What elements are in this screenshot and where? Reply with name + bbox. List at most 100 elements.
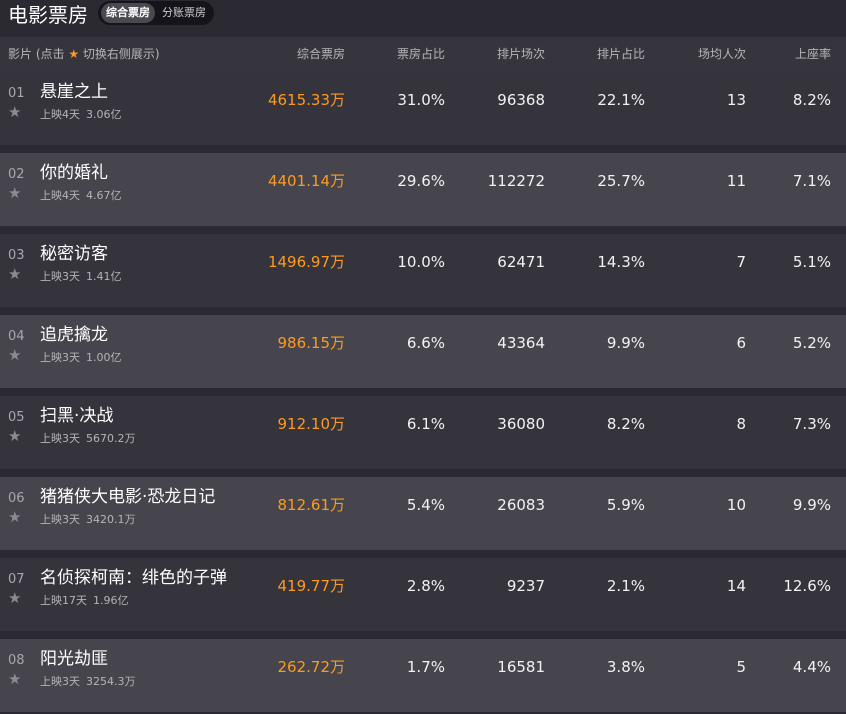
star-icon[interactable]: ★ bbox=[8, 672, 23, 687]
movie-title: 阳光劫匪 bbox=[40, 649, 108, 669]
shows-value: 96368 bbox=[497, 91, 545, 109]
show-share-value: 14.3% bbox=[597, 253, 645, 271]
star-icon[interactable]: ★ bbox=[8, 591, 23, 606]
header-occupancy[interactable]: 上座率 bbox=[795, 37, 831, 72]
show-share-value: 8.2% bbox=[606, 415, 645, 433]
occupancy-value: 5.1% bbox=[792, 253, 831, 271]
box-office-value: 912.10万 bbox=[277, 415, 346, 433]
header-film: 影片 (点击 ★ 切换右侧展示) bbox=[8, 37, 160, 72]
shows-value: 26083 bbox=[497, 496, 545, 514]
star-icon[interactable]: ★ bbox=[8, 510, 23, 525]
header-box-share[interactable]: 票房占比 bbox=[397, 37, 445, 72]
header-show-share[interactable]: 排片占比 bbox=[597, 37, 645, 72]
table-header: 影片 (点击 ★ 切换右侧展示) 综合票房 票房占比 排片场次 排片占比 场均人… bbox=[0, 37, 846, 72]
box-office-value: 419.77万 bbox=[277, 577, 346, 595]
header-box-office[interactable]: 综合票房 bbox=[297, 37, 345, 72]
star-icon[interactable]: ★ bbox=[8, 348, 23, 363]
toggle-split-box-office[interactable]: 分账票房 bbox=[157, 3, 211, 23]
box-share-value: 29.6% bbox=[397, 172, 445, 190]
shows-value: 36080 bbox=[497, 415, 545, 433]
star-icon[interactable]: ★ bbox=[8, 267, 23, 282]
box-office-value: 812.61万 bbox=[277, 496, 346, 514]
rank: 07 bbox=[8, 572, 25, 587]
header-film-prefix: 影片 (点击 bbox=[8, 47, 65, 61]
table-row[interactable]: 02 ★ 你的婚礼 上映4天 4.67亿 4401.14万 29.6% 11227… bbox=[0, 153, 846, 226]
table-row[interactable]: 05 ★ 扫黑·决战 上映3天 5670.2万 912.10万 6.1% 3608… bbox=[0, 396, 846, 469]
star-icon[interactable]: ★ bbox=[8, 429, 23, 444]
star-icon[interactable]: ★ bbox=[8, 105, 23, 120]
avg-people-value: 7 bbox=[736, 253, 746, 271]
rank: 01 bbox=[8, 86, 25, 101]
avg-people-value: 10 bbox=[726, 496, 746, 514]
header-shows[interactable]: 排片场次 bbox=[497, 37, 545, 72]
shows-value: 62471 bbox=[497, 253, 545, 271]
table-row[interactable]: 06 ★ 猪猪侠大电影·恐龙日记 上映3天 3420.1万 812.61万 5.4… bbox=[0, 477, 846, 550]
table-row[interactable]: 03 ★ 秘密访客 上映3天 1.41亿 1496.97万 10.0% 62471… bbox=[0, 234, 846, 307]
total-box-office: 3420.1万 bbox=[86, 513, 136, 526]
rank: 03 bbox=[8, 248, 25, 263]
show-share-value: 9.9% bbox=[606, 334, 645, 352]
total-box-office: 3.06亿 bbox=[86, 108, 122, 121]
occupancy-value: 4.4% bbox=[792, 658, 831, 676]
total-box-office: 3254.3万 bbox=[86, 675, 136, 688]
page-title: 电影票房 bbox=[8, 3, 88, 27]
release-info: 上映3天 1.41亿 bbox=[40, 268, 122, 284]
rank: 02 bbox=[8, 167, 25, 182]
shows-value: 16581 bbox=[497, 658, 545, 676]
box-share-value: 6.6% bbox=[406, 334, 445, 352]
rank: 04 bbox=[8, 329, 25, 344]
release-days: 上映17天 bbox=[40, 594, 87, 607]
occupancy-value: 5.2% bbox=[792, 334, 831, 352]
rank: 06 bbox=[8, 491, 25, 506]
release-info: 上映17天 1.96亿 bbox=[40, 592, 129, 608]
top-bar: 电影票房 综合票房 分账票房 bbox=[0, 0, 846, 37]
release-info: 上映3天 5670.2万 bbox=[40, 430, 136, 446]
occupancy-value: 8.2% bbox=[792, 91, 831, 109]
release-days: 上映3天 bbox=[40, 270, 80, 283]
box-share-value: 10.0% bbox=[397, 253, 445, 271]
movie-title: 你的婚礼 bbox=[40, 163, 108, 183]
total-box-office: 1.41亿 bbox=[86, 270, 122, 283]
release-info: 上映3天 3420.1万 bbox=[40, 511, 136, 527]
release-info: 上映4天 4.67亿 bbox=[40, 187, 122, 203]
occupancy-value: 7.3% bbox=[792, 415, 831, 433]
box-office-value: 986.15万 bbox=[277, 334, 346, 352]
box-office-value: 4401.14万 bbox=[267, 172, 345, 190]
release-days: 上映3天 bbox=[40, 513, 80, 526]
show-share-value: 5.9% bbox=[606, 496, 645, 514]
star-icon[interactable]: ★ bbox=[8, 186, 23, 201]
total-box-office: 4.67亿 bbox=[86, 189, 122, 202]
release-days: 上映4天 bbox=[40, 108, 80, 121]
movie-title: 名侦探柯南：绯色的子弹 bbox=[40, 568, 227, 588]
show-share-value: 3.8% bbox=[606, 658, 645, 676]
table-row[interactable]: 07 ★ 名侦探柯南：绯色的子弹 上映17天 1.96亿 419.77万 2.8%… bbox=[0, 558, 846, 631]
shows-value: 43364 bbox=[497, 334, 545, 352]
movie-title: 追虎擒龙 bbox=[40, 325, 108, 345]
rank: 08 bbox=[8, 653, 25, 668]
release-days: 上映3天 bbox=[40, 675, 80, 688]
box-office-type-toggle[interactable]: 综合票房 分账票房 bbox=[98, 1, 214, 25]
table-row[interactable]: 08 ★ 阳光劫匪 上映3天 3254.3万 262.72万 1.7% 16581… bbox=[0, 639, 846, 712]
release-days: 上映3天 bbox=[40, 351, 80, 364]
box-share-value: 2.8% bbox=[406, 577, 445, 595]
toggle-comprehensive-box-office[interactable]: 综合票房 bbox=[101, 3, 155, 23]
movie-title: 秘密访客 bbox=[40, 244, 108, 264]
header-avg-people[interactable]: 场均人次 bbox=[698, 37, 746, 72]
occupancy-value: 7.1% bbox=[792, 172, 831, 190]
box-office-value: 1496.97万 bbox=[267, 253, 345, 271]
table-row[interactable]: 01 ★ 悬崖之上 上映4天 3.06亿 4615.33万 31.0% 96368… bbox=[0, 72, 846, 145]
movie-title: 扫黑·决战 bbox=[40, 406, 114, 426]
rank: 05 bbox=[8, 410, 25, 425]
avg-people-value: 13 bbox=[726, 91, 746, 109]
box-share-value: 6.1% bbox=[406, 415, 445, 433]
total-box-office: 5670.2万 bbox=[86, 432, 136, 445]
avg-people-value: 14 bbox=[726, 577, 746, 595]
avg-people-value: 5 bbox=[736, 658, 746, 676]
release-info: 上映3天 3254.3万 bbox=[40, 673, 136, 689]
release-days: 上映4天 bbox=[40, 189, 80, 202]
show-share-value: 25.7% bbox=[597, 172, 645, 190]
occupancy-value: 12.6% bbox=[783, 577, 831, 595]
movie-title: 猪猪侠大电影·恐龙日记 bbox=[40, 487, 216, 507]
show-share-value: 2.1% bbox=[606, 577, 645, 595]
table-row[interactable]: 04 ★ 追虎擒龙 上映3天 1.00亿 986.15万 6.6% 43364 9… bbox=[0, 315, 846, 388]
